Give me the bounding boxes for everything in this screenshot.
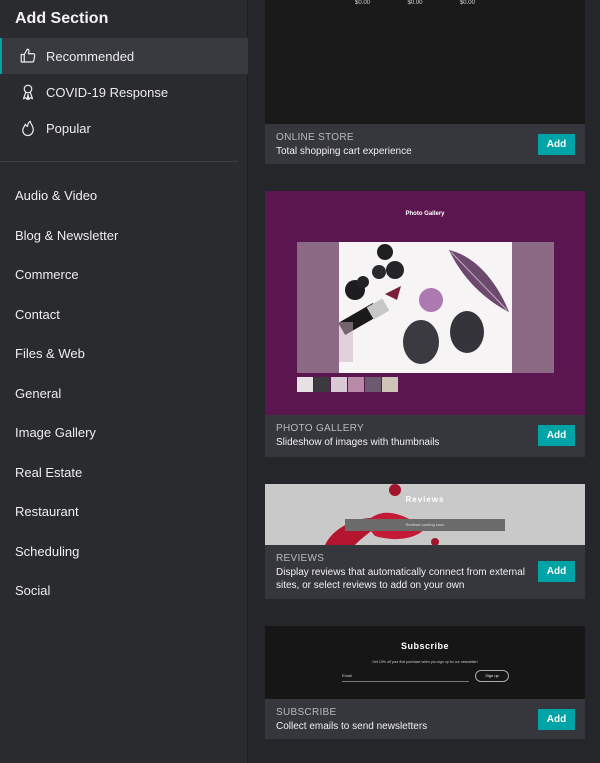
sidebar-item-popular[interactable]: Popular (0, 110, 248, 146)
thumbnail-strip (297, 377, 398, 392)
card-description: Total shopping cart experience (276, 146, 412, 157)
sidebar: Add Section Recommended COVID-19 Respons… (0, 0, 248, 763)
next-slide-image (512, 242, 554, 373)
flame-icon (18, 118, 38, 138)
subscribe-preview: Subscribe Get 10% off your first purchas… (265, 626, 585, 699)
section-card-photo-gallery[interactable]: Photo Gallery PHOTO GALLERY Slideshow of… (265, 191, 585, 457)
sidebar-item-files-web[interactable]: Files & Web (0, 334, 248, 374)
sidebar-divider (0, 161, 238, 162)
sidebar-item-blog-newsletter[interactable]: Blog & Newsletter (0, 216, 248, 256)
add-button[interactable]: Add (538, 561, 575, 582)
card-title: SUBSCRIBE (276, 707, 337, 718)
sidebar-item-label: COVID-19 Response (46, 84, 169, 100)
section-card-subscribe[interactable]: Subscribe Get 10% off your first purchas… (265, 626, 585, 739)
preview-price: $0.00 (355, 0, 371, 6)
sidebar-item-real-estate[interactable]: Real Estate (0, 453, 248, 493)
thumbs-up-icon (18, 46, 38, 66)
sidebar-item-scheduling[interactable]: Scheduling (0, 532, 248, 572)
preview-price: $0.00 (459, 0, 475, 6)
prev-slide-image (297, 242, 339, 373)
preview-heading: Photo Gallery (405, 211, 445, 217)
section-preview-list[interactable]: $0.00 $0.00 $0.00 ONLINE STORE Total sho… (249, 0, 600, 763)
slide-image (338, 242, 512, 373)
preview-review-bar: Reviews coming soon (345, 519, 505, 531)
thumbnail (331, 377, 347, 392)
thumbnail (365, 377, 381, 392)
add-button[interactable]: Add (538, 425, 575, 446)
sidebar-item-contact[interactable]: Contact (0, 295, 248, 335)
thumbnail (297, 377, 313, 392)
preview-text: Get 10% off your first purchase when you… (372, 660, 478, 664)
card-info: SUBSCRIBE Collect emails to send newslet… (265, 699, 585, 739)
preview-signup-button: Sign up (475, 670, 509, 682)
preview-heading: Subscribe (400, 641, 449, 651)
sidebar-item-recommended[interactable]: Recommended (0, 38, 248, 74)
online-store-preview: $0.00 $0.00 $0.00 (265, 0, 585, 124)
card-title: REVIEWS (276, 553, 325, 564)
card-title: ONLINE STORE (276, 132, 354, 143)
card-info: REVIEWS Display reviews that automatical… (265, 545, 585, 599)
add-button[interactable]: Add (538, 134, 575, 155)
sidebar-item-audio-video[interactable]: Audio & Video (0, 176, 248, 216)
ribbon-icon (18, 82, 38, 102)
card-title: PHOTO GALLERY (276, 423, 365, 434)
card-description: Slideshow of images with thumbnails (276, 437, 440, 448)
preview-price: $0.00 (407, 0, 423, 6)
category-list: Audio & Video Blog & Newsletter Commerce… (0, 176, 248, 611)
card-info: PHOTO GALLERY Slideshow of images with t… (265, 415, 585, 457)
sidebar-item-label: Recommended (46, 48, 135, 64)
sidebar-item-image-gallery[interactable]: Image Gallery (0, 413, 248, 453)
card-description: Collect emails to send newsletters (276, 721, 428, 732)
reviews-preview: Reviews Reviews coming soon (265, 484, 585, 545)
sidebar-item-covid-19-response[interactable]: COVID-19 Response (0, 74, 248, 110)
photo-gallery-preview: Photo Gallery (265, 191, 585, 415)
sidebar-item-label: Popular (46, 120, 91, 136)
sidebar-title: Add Section (15, 10, 109, 27)
card-info: ONLINE STORE Total shopping cart experie… (265, 124, 585, 164)
sidebar-item-restaurant[interactable]: Restaurant (0, 492, 248, 532)
section-card-online-store[interactable]: $0.00 $0.00 $0.00 ONLINE STORE Total sho… (265, 0, 585, 164)
thumbnail (382, 377, 398, 392)
add-button[interactable]: Add (538, 709, 575, 730)
sidebar-item-social[interactable]: Social (0, 571, 248, 611)
featured-list: Recommended COVID-19 Response Popular (0, 38, 248, 146)
preview-email-field: Email (342, 673, 469, 682)
sidebar-item-commerce[interactable]: Commerce (0, 255, 248, 295)
section-card-reviews[interactable]: Reviews Reviews coming soon REVIEWS Disp… (265, 484, 585, 599)
thumbnail (348, 377, 364, 392)
thumbnail (314, 377, 330, 392)
card-description: Display reviews that automatically conne… (276, 567, 525, 591)
preview-heading: Reviews (405, 495, 445, 504)
sidebar-item-general[interactable]: General (0, 374, 248, 414)
